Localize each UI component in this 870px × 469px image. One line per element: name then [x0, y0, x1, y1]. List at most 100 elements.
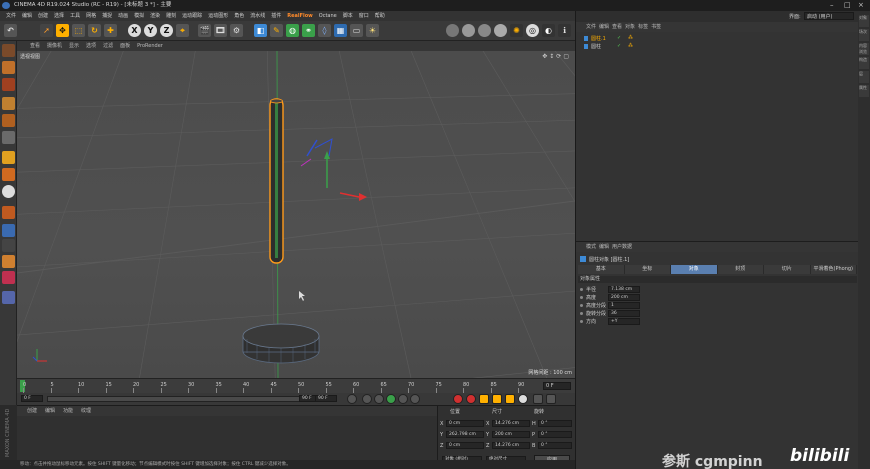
edge-icon[interactable]: [2, 114, 15, 127]
menu-item[interactable]: 运动跟踪: [180, 11, 204, 21]
size-field[interactable]: 14.276 cm: [492, 420, 530, 427]
prev-frame-icon[interactable]: [374, 394, 384, 404]
viewport-menu-item[interactable]: 面板: [117, 41, 133, 51]
param-dot[interactable]: [580, 304, 583, 307]
camera-icon[interactable]: ▭: [350, 24, 363, 37]
undo-icon[interactable]: ↶: [4, 24, 17, 37]
param-field[interactable]: 1: [608, 302, 640, 309]
current-frame-field[interactable]: 0 F: [543, 382, 571, 390]
menu-item[interactable]: 动画: [116, 11, 130, 21]
menu-item[interactable]: 模拟: [132, 11, 146, 21]
object-row[interactable]: 圆柱 ✓ ⁂: [580, 43, 640, 50]
viewport-menu-item[interactable]: 显示: [66, 41, 82, 51]
play-icon[interactable]: [386, 394, 396, 404]
deformer-icon[interactable]: ◊: [318, 24, 331, 37]
side-tab[interactable]: 对象: [859, 15, 869, 27]
grid-icon[interactable]: [2, 224, 15, 237]
recent-tool-icon[interactable]: ✚: [104, 24, 117, 37]
size-field[interactable]: 200 cm: [492, 431, 530, 438]
goto-start-icon[interactable]: [347, 394, 357, 404]
attr-tab[interactable]: 对象: [671, 265, 718, 274]
end-frame-field-b[interactable]: 90 F: [315, 395, 337, 402]
attr-tab[interactable]: 基本: [578, 265, 625, 274]
timeline-window-icon[interactable]: [533, 394, 543, 404]
param-field[interactable]: 36: [608, 310, 640, 317]
param-field[interactable]: 200 cm: [608, 294, 640, 301]
goto-end-icon[interactable]: [410, 394, 420, 404]
scale-key-icon[interactable]: [505, 394, 515, 404]
param-field[interactable]: 7.138 cm: [608, 286, 640, 293]
minimize-icon[interactable]: –: [830, 0, 834, 11]
rotate-tool-icon[interactable]: ↻: [88, 24, 101, 37]
side-tab[interactable]: 属性: [859, 85, 869, 97]
side-tab[interactable]: 场次: [859, 29, 869, 41]
visibility-check-icon[interactable]: ✓: [617, 35, 621, 41]
param-field[interactable]: +Y: [608, 318, 640, 325]
cylinder-object-selected[interactable]: [269, 98, 284, 264]
point-icon[interactable]: [2, 97, 15, 110]
axis-icon[interactable]: [2, 151, 15, 164]
param-dot[interactable]: [580, 296, 583, 299]
display-mode-1-icon[interactable]: [446, 24, 459, 37]
render-picture-viewer-icon[interactable]: 🎞: [214, 24, 227, 37]
position-key-icon[interactable]: [492, 394, 502, 404]
menu-item[interactable]: 运动图形: [206, 11, 230, 21]
display-mode-2-icon[interactable]: [462, 24, 475, 37]
coordinate-system-icon[interactable]: ⌖: [176, 24, 189, 37]
snap-icon[interactable]: [2, 185, 15, 198]
menu-item[interactable]: 渲染: [148, 11, 162, 21]
om-menu-item[interactable]: 编辑: [599, 22, 609, 32]
axis-z-button[interactable]: Z: [160, 24, 173, 37]
frame-range-slider[interactable]: [47, 396, 307, 402]
attr-menu-item[interactable]: 编辑: [599, 242, 609, 252]
display-mode-4-icon[interactable]: [494, 24, 507, 37]
close-icon[interactable]: ×: [858, 0, 864, 11]
attr-tab[interactable]: 切片: [764, 265, 811, 274]
rotation-field[interactable]: 0 °: [538, 431, 572, 438]
texture-icon[interactable]: [2, 78, 15, 91]
position-field[interactable]: 0 cm: [446, 420, 484, 427]
viewport-menu-item[interactable]: 选项: [83, 41, 99, 51]
render-settings-icon[interactable]: ⚙: [230, 24, 243, 37]
menu-item[interactable]: 选择: [52, 11, 66, 21]
side-tab[interactable]: 内容浏览器: [859, 43, 869, 55]
size-field[interactable]: 14.276 cm: [492, 442, 530, 449]
om-menu-item[interactable]: 标签: [638, 22, 648, 32]
menu-item[interactable]: 捕捉: [100, 11, 114, 21]
tweak-icon[interactable]: [2, 168, 15, 181]
menu-item[interactable]: 工具: [68, 11, 82, 21]
sun-icon[interactable]: ✺: [510, 24, 523, 37]
light-icon[interactable]: ☀: [366, 24, 379, 37]
menu-item[interactable]: 雕刻: [164, 11, 178, 21]
display-mode-3-icon[interactable]: [478, 24, 491, 37]
param-dot[interactable]: [580, 312, 583, 315]
layout-select[interactable]: 启动 (用户): [804, 12, 854, 20]
rotation-field[interactable]: 0 °: [538, 442, 572, 449]
pen-spline-icon[interactable]: ✎: [270, 24, 283, 37]
material-menu-item[interactable]: 纹理: [81, 406, 91, 416]
position-field[interactable]: 262.798 cm: [446, 431, 484, 438]
side-tab[interactable]: 构造: [859, 57, 869, 69]
param-dot[interactable]: [580, 288, 583, 291]
position-field[interactable]: 0 cm: [446, 442, 484, 449]
material-menu-item[interactable]: 创建: [27, 406, 37, 416]
viewport[interactable]: 透视视图 网格间距 : 100 cm ✥↕⟳▢: [17, 51, 575, 378]
cube-icon[interactable]: ◧: [254, 24, 267, 37]
attr-tab[interactable]: 封顶: [717, 265, 764, 274]
om-menu-item[interactable]: 文件: [586, 22, 596, 32]
axis-x-button[interactable]: X: [128, 24, 141, 37]
maximize-icon[interactable]: □: [844, 0, 851, 11]
contrast-icon[interactable]: ◐: [542, 24, 555, 37]
menu-item[interactable]: RealFlow: [285, 11, 315, 21]
lock-icon[interactable]: [2, 239, 15, 252]
viewport-menu-item[interactable]: ProRender: [134, 41, 166, 51]
prev-key-icon[interactable]: [362, 394, 372, 404]
record-icon[interactable]: [453, 394, 463, 404]
paint-icon[interactable]: [2, 271, 15, 284]
sculpt-icon[interactable]: [2, 255, 15, 268]
object-row[interactable]: 圆柱.1 ✓ ⁂: [580, 35, 640, 42]
viewport-menu-item[interactable]: 摄像机: [44, 41, 65, 51]
autokey-icon[interactable]: [466, 394, 476, 404]
next-frame-icon[interactable]: [398, 394, 408, 404]
menu-item[interactable]: 创建: [36, 11, 50, 21]
